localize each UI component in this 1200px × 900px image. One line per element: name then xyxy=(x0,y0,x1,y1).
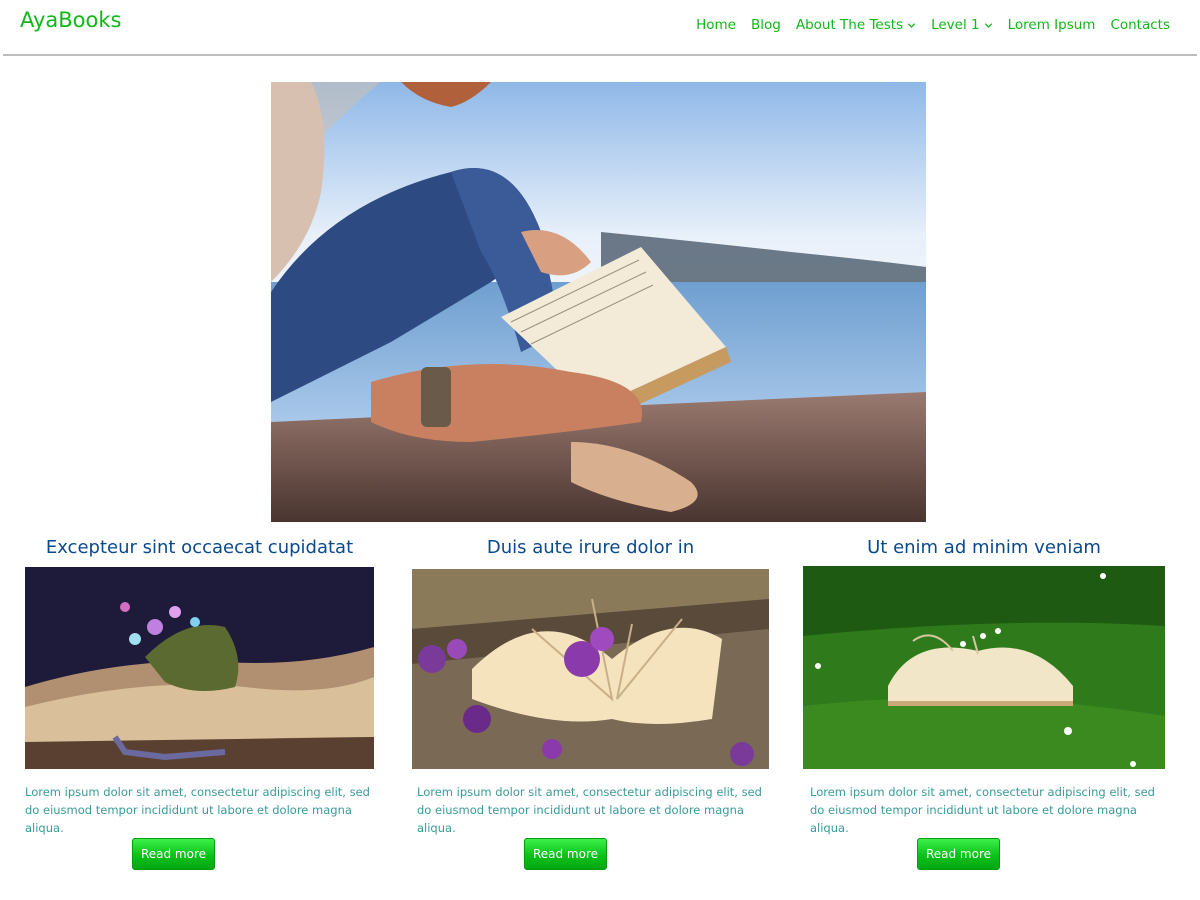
nav-item-label: Blog xyxy=(751,17,781,33)
nav-item-lorem-ipsum[interactable]: Lorem Ipsum xyxy=(1008,17,1096,33)
card-title[interactable]: Duis aute irure dolor in xyxy=(412,535,769,567)
card-excerpt: Lorem ipsum dolor sit amet, consectetur … xyxy=(810,785,1155,835)
chevron-down-icon xyxy=(907,22,916,28)
read-more-button[interactable]: Read more xyxy=(524,838,607,870)
nav-item-label: Lorem Ipsum xyxy=(1007,17,1096,33)
article-card: Ut enim ad minim veniam Lorem ipsum dolo… xyxy=(803,535,1165,880)
nav-item-label: Home xyxy=(696,17,736,33)
nav-item-home[interactable]: Home xyxy=(696,17,736,33)
header-divider xyxy=(3,54,1197,56)
article-card: Duis aute irure dolor in Lorem ipsum dol… xyxy=(412,535,769,880)
card-excerpt: Lorem ipsum dolor sit amet, consectetur … xyxy=(417,785,762,835)
card-image[interactable] xyxy=(803,566,1165,769)
nav-item-contacts[interactable]: Contacts xyxy=(1110,17,1170,33)
nav-item-about-the-tests[interactable]: About The Tests xyxy=(796,17,916,33)
nav-item-blog[interactable]: Blog xyxy=(751,17,781,33)
chevron-down-icon xyxy=(984,22,992,28)
nav-item-label: Level 1 xyxy=(931,17,980,33)
nav-item-label: About The Tests xyxy=(795,17,904,33)
article-card: Excepteur sint occaecat cupidatat Lorem … xyxy=(25,535,374,880)
card-title[interactable]: Excepteur sint occaecat cupidatat xyxy=(25,535,374,567)
read-more-button[interactable]: Read more xyxy=(917,838,1000,870)
card-excerpt: Lorem ipsum dolor sit amet, consectetur … xyxy=(25,785,370,835)
read-more-button[interactable]: Read more xyxy=(132,838,215,870)
main-nav: Home Blog About The Tests Level 1 Lorem … xyxy=(681,17,1170,33)
hero-image xyxy=(271,82,926,522)
site-header: AyaBooks Home Blog About The Tests Level… xyxy=(0,0,1200,56)
site-logo[interactable]: AyaBooks xyxy=(20,8,121,32)
nav-item-label: Contacts xyxy=(1110,17,1170,33)
card-image[interactable] xyxy=(25,567,374,769)
card-image[interactable] xyxy=(412,569,769,769)
nav-item-level-1[interactable]: Level 1 xyxy=(931,17,993,33)
card-title[interactable]: Ut enim ad minim veniam xyxy=(803,535,1165,567)
